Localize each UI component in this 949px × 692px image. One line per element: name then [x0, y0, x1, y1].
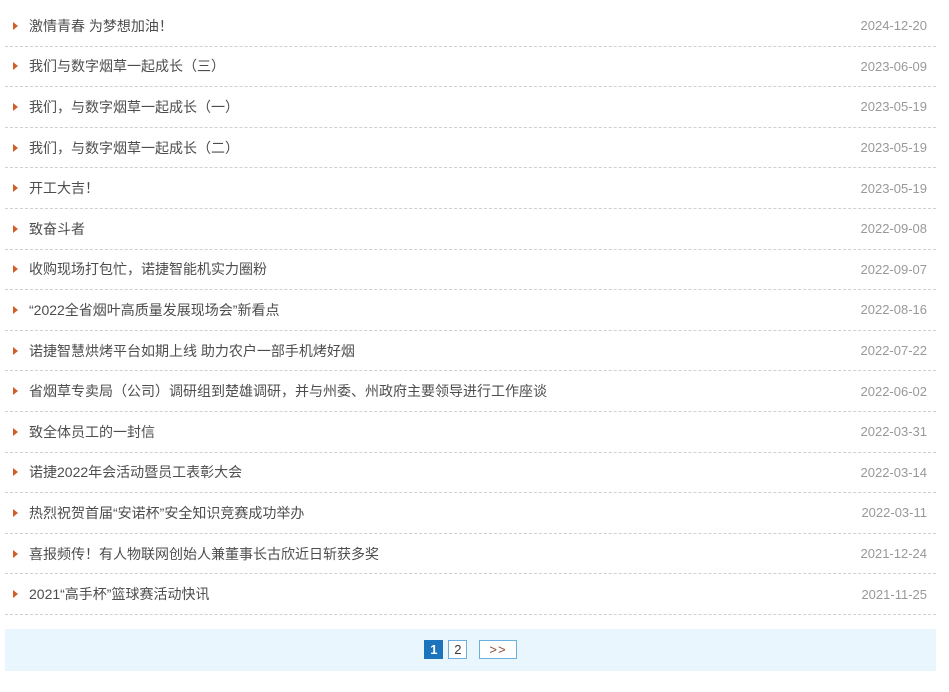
list-item: 我们，与数字烟草一起成长（一） 2023-05-19 [5, 87, 936, 128]
list-item: 2021“高手杯”篮球赛活动快讯 2021-11-25 [5, 574, 936, 615]
arrow-bullet-icon [13, 22, 18, 30]
article-title-link[interactable]: 诺捷智慧烘烤平台如期上线 助力农户一部手机烤好烟 [29, 341, 849, 361]
article-date: 2022-03-14 [861, 465, 928, 480]
article-title-link[interactable]: 致奋斗者 [29, 219, 849, 239]
article-title-link[interactable]: 诺捷2022年会活动暨员工表彰大会 [29, 462, 849, 482]
article-date: 2023-05-19 [861, 140, 928, 155]
article-date: 2021-12-24 [861, 546, 928, 561]
list-item: “2022全省烟叶高质量发展现场会”新看点 2022-08-16 [5, 290, 936, 331]
arrow-bullet-icon [13, 428, 18, 436]
page-button-1[interactable]: 1 [424, 640, 443, 659]
list-item: 我们与数字烟草一起成长（三） 2023-06-09 [5, 47, 936, 88]
article-title-link[interactable]: 热烈祝贺首届“安诺杯”安全知识竞赛成功举办 [29, 503, 849, 523]
article-date: 2023-06-09 [861, 59, 928, 74]
pagination: 1 2 >> [5, 629, 936, 671]
arrow-bullet-icon [13, 387, 18, 395]
article-title-link[interactable]: 省烟草专卖局（公司）调研组到楚雄调研，并与州委、州政府主要领导进行工作座谈 [29, 381, 849, 401]
arrow-bullet-icon [13, 509, 18, 517]
list-item: 收购现场打包忙，诺捷智能机实力圈粉 2022-09-07 [5, 250, 936, 291]
article-date: 2024-12-20 [861, 18, 928, 33]
arrow-bullet-icon [13, 184, 18, 192]
article-title-link[interactable]: 收购现场打包忙，诺捷智能机实力圈粉 [29, 259, 849, 279]
article-title-link[interactable]: 致全体员工的一封信 [29, 422, 849, 442]
article-date: 2022-03-11 [861, 505, 927, 520]
list-item: 诺捷智慧烘烤平台如期上线 助力农户一部手机烤好烟 2022-07-22 [5, 331, 936, 372]
arrow-bullet-icon [13, 590, 18, 598]
news-list: 激情青春 为梦想加油！ 2024-12-20 我们与数字烟草一起成长（三） 20… [5, 0, 936, 615]
article-date: 2022-08-16 [861, 302, 928, 317]
arrow-bullet-icon [13, 144, 18, 152]
article-title-link[interactable]: 我们，与数字烟草一起成长（一） [29, 97, 849, 117]
list-item: 我们，与数字烟草一起成长（二） 2023-05-19 [5, 128, 936, 169]
list-item: 致奋斗者 2022-09-08 [5, 209, 936, 250]
page-button-2[interactable]: 2 [448, 640, 467, 659]
article-title-link[interactable]: 2021“高手杯”篮球赛活动快讯 [29, 584, 849, 604]
article-title-link[interactable]: “2022全省烟叶高质量发展现场会”新看点 [29, 300, 849, 320]
list-item: 诺捷2022年会活动暨员工表彰大会 2022-03-14 [5, 453, 936, 494]
article-title-link[interactable]: 激情青春 为梦想加油！ [29, 16, 849, 36]
arrow-bullet-icon [13, 468, 18, 476]
article-date: 2023-05-19 [861, 99, 928, 114]
article-date: 2022-03-31 [861, 424, 928, 439]
article-title-link[interactable]: 我们，与数字烟草一起成长（二） [29, 138, 849, 158]
arrow-bullet-icon [13, 306, 18, 314]
arrow-bullet-icon [13, 62, 18, 70]
list-item: 喜报频传！有人物联网创始人兼董事长古欣近日斩获多奖 2021-12-24 [5, 534, 936, 575]
article-title-link[interactable]: 我们与数字烟草一起成长（三） [29, 56, 849, 76]
article-date: 2021-11-25 [861, 587, 927, 602]
article-date: 2022-09-08 [861, 221, 928, 236]
arrow-bullet-icon [13, 550, 18, 558]
arrow-bullet-icon [13, 347, 18, 355]
list-item: 省烟草专卖局（公司）调研组到楚雄调研，并与州委、州政府主要领导进行工作座谈 20… [5, 371, 936, 412]
arrow-bullet-icon [13, 103, 18, 111]
article-title-link[interactable]: 喜报频传！有人物联网创始人兼董事长古欣近日斩获多奖 [29, 544, 849, 564]
list-item: 开工大吉！ 2023-05-19 [5, 168, 936, 209]
list-item: 激情青春 为梦想加油！ 2024-12-20 [5, 6, 936, 47]
article-date: 2022-09-07 [861, 262, 928, 277]
next-page-button[interactable]: >> [479, 640, 516, 659]
article-title-link[interactable]: 开工大吉！ [29, 178, 849, 198]
arrow-bullet-icon [13, 265, 18, 273]
list-item: 热烈祝贺首届“安诺杯”安全知识竞赛成功举办 2022-03-11 [5, 493, 936, 534]
list-item: 致全体员工的一封信 2022-03-31 [5, 412, 936, 453]
article-date: 2022-06-02 [861, 384, 928, 399]
arrow-bullet-icon [13, 225, 18, 233]
article-date: 2022-07-22 [861, 343, 928, 358]
article-date: 2023-05-19 [861, 181, 928, 196]
